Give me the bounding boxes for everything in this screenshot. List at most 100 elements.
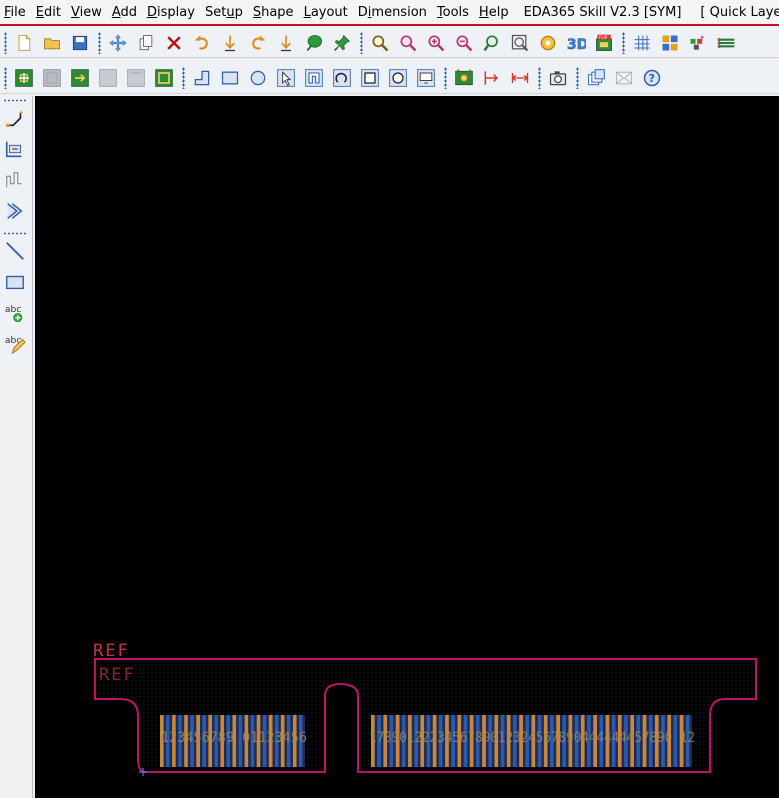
padstack-button[interactable] (450, 65, 478, 91)
toolbar-grip[interactable] (4, 31, 7, 54)
zoom-fit-button[interactable] (366, 30, 394, 56)
copy-button[interactable] (132, 30, 160, 56)
redraw-button[interactable] (534, 30, 562, 56)
quick-layer-button[interactable]: [ Quick Layer ] (686, 5, 779, 20)
xsection-button[interactable] (712, 30, 740, 56)
undo-drop-button[interactable] (216, 30, 244, 56)
camera-button[interactable] (544, 65, 572, 91)
undo-button[interactable] (188, 30, 216, 56)
toolbar-grip[interactable] (360, 31, 363, 54)
menu-add[interactable]: Add (107, 5, 142, 20)
ref-label-outer[interactable]: REF (93, 641, 130, 661)
zoom-fit-icon (372, 35, 389, 51)
green-square-button[interactable] (150, 65, 178, 91)
color-icon (662, 35, 678, 50)
3d-view-button[interactable]: 3D (562, 30, 590, 56)
toolbar-grip[interactable] (4, 66, 7, 89)
add-pin-button[interactable] (188, 65, 216, 91)
toolbar-grip[interactable] (182, 66, 185, 89)
camera-icon (549, 70, 567, 85)
zoom-out-button[interactable] (450, 30, 478, 56)
rect-shape-button[interactable] (0, 266, 30, 297)
menu-display[interactable]: Display (142, 5, 200, 20)
zoom-world-button[interactable] (506, 30, 534, 56)
route-button[interactable] (0, 102, 30, 133)
place-symbol-button[interactable] (10, 65, 38, 91)
grid-button[interactable] (628, 30, 656, 56)
export-symbol-icon (71, 68, 89, 87)
arc-icon (333, 68, 351, 87)
toolbar-grip[interactable] (576, 66, 579, 89)
shadow-button[interactable] (684, 30, 712, 56)
menu-layout[interactable]: Layout (299, 5, 353, 20)
delay-tune-button[interactable] (0, 164, 30, 195)
frame-button[interactable] (300, 65, 328, 91)
flip-board-button[interactable]: FLIP (590, 30, 618, 56)
dim-point-button[interactable] (478, 65, 506, 91)
move-button[interactable] (104, 30, 132, 56)
menu-shape[interactable]: Shape (248, 5, 299, 20)
fanout-button[interactable] (0, 195, 30, 226)
pin-button[interactable] (328, 30, 356, 56)
gray-square-button[interactable] (38, 65, 66, 91)
pin-numbers-left: 123456789 01123456 (161, 730, 307, 746)
pin-icon (334, 34, 351, 51)
text-add-icon: abc (5, 304, 23, 322)
text-add-button[interactable]: abc (0, 297, 30, 328)
toolbar-grip[interactable] (98, 31, 101, 54)
new-file-button[interactable] (10, 30, 38, 56)
zoom-in-button[interactable] (422, 30, 450, 56)
delete-button[interactable] (160, 30, 188, 56)
monitor-button[interactable] (412, 65, 440, 91)
save-button[interactable] (66, 30, 94, 56)
frame-icon (305, 68, 323, 87)
ref-label-inner[interactable]: REF (99, 665, 136, 685)
rectangle-button[interactable] (216, 65, 244, 91)
place-symbol-icon (15, 68, 33, 87)
gray-square-3-icon (127, 68, 145, 87)
menu-edit-label: Edit (35, 4, 61, 20)
etch-bubble-button[interactable] (300, 30, 328, 56)
circle-outline-button[interactable] (384, 65, 412, 91)
dim-line-button[interactable] (506, 65, 534, 91)
redo-drop-icon (281, 35, 291, 51)
design-canvas[interactable]: REF REF 123456789 01123456 1789012223456… (35, 96, 779, 798)
arc-button[interactable] (328, 65, 356, 91)
toolbar-grip[interactable] (622, 31, 625, 54)
delay-tune-icon (6, 171, 22, 187)
menu-edit[interactable]: Edit (31, 5, 66, 20)
windows-button[interactable] (582, 65, 610, 91)
redo-drop-button[interactable] (272, 30, 300, 56)
help-button[interactable]: ? (638, 65, 666, 91)
line-button[interactable] (0, 235, 30, 266)
gray-square-3-button[interactable] (122, 65, 150, 91)
slide-button[interactable] (0, 133, 30, 164)
select-button[interactable] (272, 65, 300, 91)
menu-setup[interactable]: Setup (200, 5, 248, 20)
app-title: EDA365 Skill V2.3 [SYM] (523, 4, 682, 20)
redo-button[interactable] (244, 30, 272, 56)
ratsnest-button[interactable] (610, 65, 638, 91)
gray-square-2-button[interactable] (94, 65, 122, 91)
route-icon (5, 110, 24, 127)
open-folder-button[interactable] (38, 30, 66, 56)
monitor-icon (417, 68, 435, 87)
menu-dimension[interactable]: Dimension (353, 5, 432, 20)
color-button[interactable] (656, 30, 684, 56)
export-symbol-button[interactable] (66, 65, 94, 91)
zoom-previous-button[interactable] (478, 30, 506, 56)
toolbar-grip[interactable] (444, 66, 447, 89)
circle-button[interactable] (244, 65, 272, 91)
menu-file[interactable]: File (0, 5, 31, 20)
line-icon (6, 241, 24, 260)
square-outline-button[interactable] (356, 65, 384, 91)
toolbar-grip[interactable] (538, 66, 541, 89)
svg-text:?: ? (649, 72, 655, 85)
zoom-points-button[interactable] (394, 30, 422, 56)
main-toolbar: 3D FLIP (0, 28, 779, 58)
menu-help[interactable]: Help (474, 5, 514, 20)
menu-tools-label: Tools (436, 4, 469, 20)
menu-tools[interactable]: Tools (432, 5, 474, 20)
text-edit-button[interactable]: abc (0, 328, 30, 359)
menu-view[interactable]: View (66, 5, 107, 20)
